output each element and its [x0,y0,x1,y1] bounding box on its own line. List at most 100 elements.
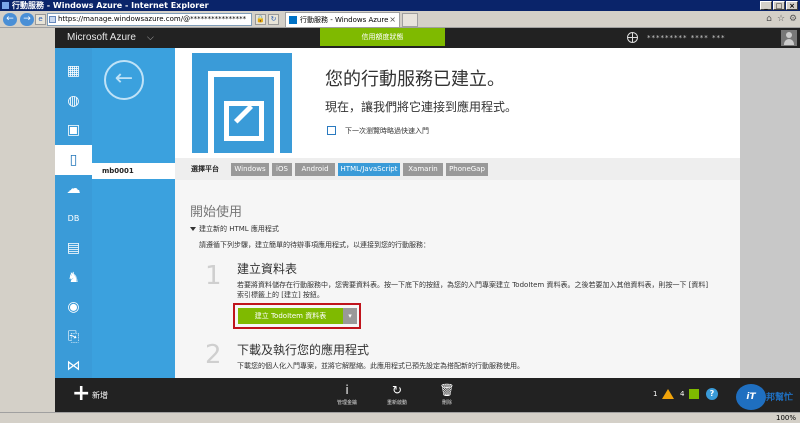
tab-title: 行動服務 - Windows Azure [300,16,389,24]
close-tab-icon[interactable]: × [389,13,396,27]
page-icon [49,16,56,23]
nav-item-storage[interactable]: ▤ [55,233,92,263]
mobile-service-illustration-icon [192,53,292,153]
globe-icon[interactable] [627,32,638,43]
nav-item-sql-databases[interactable]: DB [55,204,92,234]
window-left-frame [0,28,55,423]
websites-icon: ◍ [67,92,80,109]
media-services-icon: ◉ [67,299,80,315]
window-controls: _ □ × [760,1,798,10]
step-title: 下載及執行您的應用程式 [237,343,370,357]
nav-item-hdinsight[interactable]: ♞ [55,263,92,293]
hero-banner: 您的行動服務已建立。 現在，讓我們將它連接到應用程式。 下一次瀏覽時略過快速入門 [175,48,740,158]
warning-icon[interactable] [662,389,674,399]
minimize-button[interactable]: _ [760,1,772,10]
tab-android[interactable]: Android [295,163,335,176]
command-label: 管理金鑰 [336,400,357,406]
browser-tab-active[interactable]: 行動服務 - Windows Azure × [285,12,400,27]
create-table-highlight: 建立 TodoItem 資料表 ▾ [233,303,361,329]
tab-phonegap[interactable]: PhoneGap [446,163,488,176]
platform-selector: 選擇平台 Windows iOS Android HTML/JavaScript… [175,158,740,180]
section-title: 建立新的 HTML 應用程式 [199,225,279,233]
create-todoitem-table-button[interactable]: 建立 TodoItem 資料表 [238,308,343,324]
address-bar[interactable]: https://manage.windowsazure.com/@*******… [47,13,252,26]
tab-xamarin[interactable]: Xamarin [403,163,443,176]
ithome-logo: iT [736,384,766,410]
page-subtitle: 現在，讓我們將它連接到應用程式。 [325,100,518,114]
info-icon: i [345,383,349,397]
nav-item-visual-studio[interactable]: ⋈ [55,351,92,381]
main-content: 您的行動服務已建立。 現在，讓我們將它連接到應用程式。 下一次瀏覽時略過快速入門… [175,48,740,378]
close-window-button[interactable]: × [786,1,798,10]
address-text: https://manage.windowsazure.com/@*******… [58,15,247,23]
step-number: 1 [205,261,222,291]
section-toggle[interactable]: 建立新的 HTML 應用程式 [190,224,279,234]
restart-icon: ↻ [391,383,403,397]
new-button[interactable]: 新增 [92,390,108,401]
chevron-down-icon[interactable]: ⌵ [147,28,154,48]
azure-tab-icon [289,16,297,24]
virtual-machines-icon: ▣ [66,122,81,138]
tab-windows[interactable]: Windows [231,163,269,176]
tools-gear-icon[interactable]: ⚙ [788,14,798,25]
refresh-icon[interactable]: ↻ [268,14,279,25]
step-title: 建立資料表 [237,262,298,276]
favorites-icon[interactable]: ☆ [776,14,786,25]
avatar[interactable] [781,30,797,46]
tab-ios[interactable]: iOS [272,163,292,176]
trash-icon: 🗑 [439,383,455,397]
warning-count[interactable]: 1 [653,390,657,398]
nav-item-service-bus[interactable]: ⎘ [55,322,92,352]
new-tab-button[interactable] [402,13,418,27]
command-label: 重新啟動 [386,400,407,406]
browser-status-bar: 100% [0,412,800,423]
chevron-down-icon[interactable]: ▾ [343,308,357,324]
nav-item-mobile-services[interactable]: ▯ [55,144,92,175]
back-arrow-icon[interactable]: ← [104,60,144,100]
mobile-services-panel: ← mb0001 [92,48,175,378]
visual-studio-icon: ⋈ [66,358,81,374]
mobile-service-item[interactable]: mb0001 [92,163,175,179]
page-scrollbar[interactable] [740,48,800,378]
command-bar: + 新增 i 管理金鑰 ↻ 重新啟動 🗑 刪除 1 4 ? [55,378,800,412]
sql-databases-icon: DB [67,213,80,223]
nav-item-all-items[interactable]: ▦ [55,56,92,86]
home-icon[interactable]: ⌂ [764,14,774,25]
command-label: 刪除 [441,400,452,406]
mobile-services-icon: ▯ [69,151,78,168]
azure-brand[interactable]: Microsoft Azure [67,28,136,48]
caret-down-icon [190,227,196,231]
hdinsight-icon: ♞ [67,269,80,286]
user-account[interactable]: ********* **** *** [647,28,725,48]
manage-keys-button[interactable]: i 管理金鑰 [327,383,367,406]
nav-item-virtual-machines[interactable]: ▣ [55,115,92,145]
nav-item-websites[interactable]: ◍ [55,86,92,116]
restart-button[interactable]: ↻ 重新啟動 [377,383,417,406]
ie-window-icon [2,2,9,9]
window-title-bar: 行動服務 - Windows Azure - Internet Explorer… [0,0,800,11]
page-title: 您的行動服務已建立。 [325,69,505,90]
plus-icon[interactable]: + [72,383,90,405]
cloud-services-icon: ☁ [66,181,81,197]
back-icon[interactable]: ← [3,13,17,26]
nav-item-media-services[interactable]: ◉ [55,292,92,322]
storage-icon: ▤ [66,240,81,256]
nav-item-cloud-services[interactable]: ☁ [55,174,92,204]
delete-button[interactable]: 🗑 刪除 [427,383,467,406]
running-count[interactable]: 4 [680,390,684,398]
running-operations-icon[interactable] [689,389,699,399]
credit-status-badge[interactable]: 信用額度狀態 [320,28,445,46]
watermark-text: 邦幫忙 [766,393,794,403]
ie-logo-icon: e [35,14,46,25]
help-icon[interactable]: ? [706,388,718,400]
step-description: 若要將資料儲存在行動服務中，您需要資料表。按一下底下的按鈕，為您的入門專案建立 … [237,281,709,299]
tab-html-javascript[interactable]: HTML/JavaScript [338,163,400,176]
zoom-level[interactable]: 100% [776,413,796,423]
forward-icon[interactable]: → [20,13,34,26]
service-bus-icon: ⎘ [67,328,80,345]
skip-quickstart-checkbox[interactable] [327,126,336,135]
skip-quickstart-label[interactable]: 下一次瀏覽時略過快速入門 [345,126,429,136]
step-description: 下載您的個人化入門專案，並將它解壓縮。此應用程式已預先設定為搭配新的行動服務使用… [237,362,524,370]
lock-icon[interactable]: 🔒 [255,14,266,25]
maximize-button[interactable]: □ [773,1,785,10]
